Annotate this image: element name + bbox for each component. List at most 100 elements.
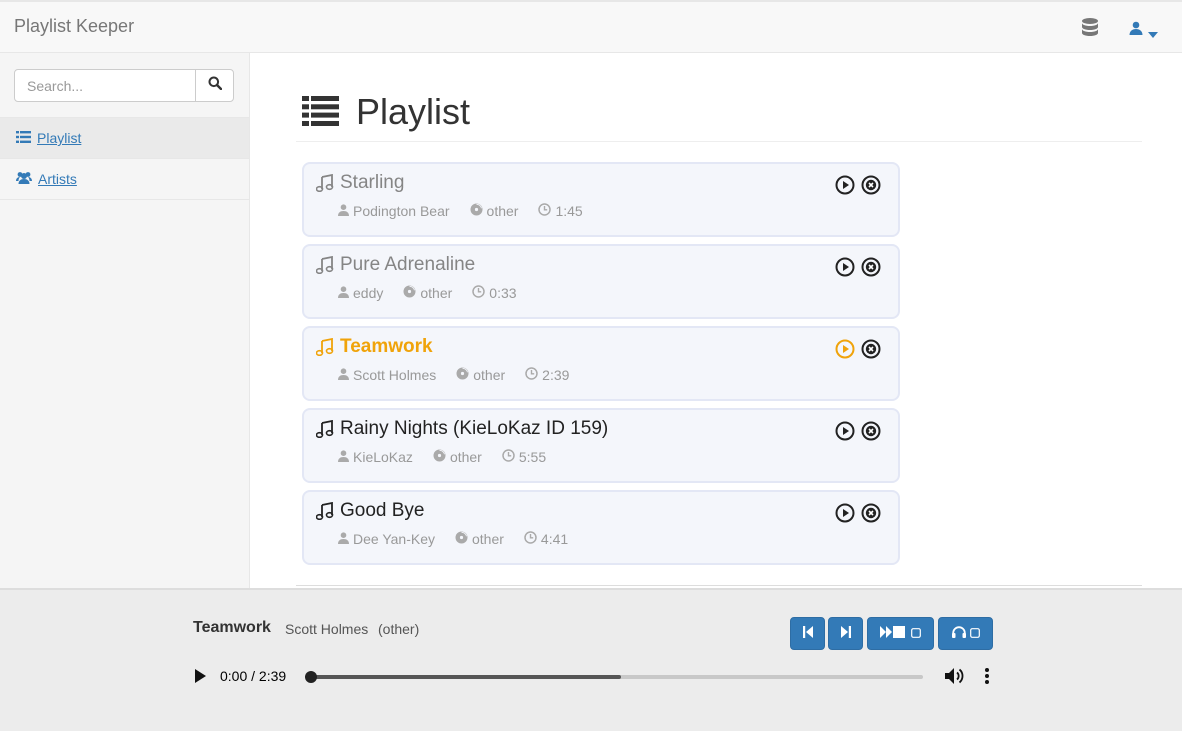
clock-icon <box>524 531 541 547</box>
track-genre: other <box>420 285 453 301</box>
track-actions <box>835 503 881 523</box>
list-icon <box>302 96 339 126</box>
remove-circle-icon[interactable] <box>861 175 881 195</box>
track-artist: KieLoKaz <box>353 449 413 465</box>
audio-player: 0:00 / 2:39 <box>180 657 1000 697</box>
now-playing-artist: Scott Holmes <box>285 621 369 637</box>
track-title: Starling <box>340 172 405 193</box>
next-button[interactable] <box>828 617 863 650</box>
sidebar-item-label[interactable]: Playlist <box>37 130 81 146</box>
track-actions <box>835 339 881 359</box>
search-button[interactable] <box>195 69 234 102</box>
user-icon <box>338 531 353 547</box>
track-title-row: Pure Adrenaline <box>316 254 475 276</box>
skip-forward-icon <box>840 625 851 643</box>
track-duration: 4:41 <box>540 531 569 547</box>
user-icon <box>338 449 353 465</box>
sidebar-nav: Playlist Artists <box>0 117 249 200</box>
brand-title[interactable]: Playlist Keeper <box>14 16 134 37</box>
sidebar-item-label[interactable]: Artists <box>38 171 77 187</box>
track-title-row: Rainy Nights (KieLoKaz ID 159) <box>316 418 608 440</box>
track-artist: Dee Yan-Key <box>353 531 435 547</box>
sidebar-item-artists[interactable]: Artists <box>0 159 249 200</box>
track-title: Pure Adrenaline <box>340 254 476 275</box>
track-artist: Podington Bear <box>353 203 450 219</box>
play-icon[interactable] <box>193 668 207 689</box>
page-header: Playlist <box>296 90 1142 142</box>
top-navbar: Playlist Keeper <box>0 0 1182 53</box>
track-title-row: Teamwork <box>316 336 433 358</box>
music-note-icon <box>316 420 334 438</box>
track-title-row: Starling <box>316 172 404 194</box>
track-duration: 1:45 <box>555 203 583 219</box>
user-icon <box>1129 21 1143 40</box>
clock-icon <box>538 203 555 219</box>
playlist-item[interactable]: Rainy Nights (KieLoKaz ID 159) KieLoKaz … <box>302 408 900 483</box>
headphones-toggle[interactable] <box>938 617 993 650</box>
fast-forward-stop-icon <box>880 625 908 643</box>
track-title: Good Bye <box>340 500 425 521</box>
volume-icon[interactable] <box>945 667 965 690</box>
track-meta: Podington Bear other 1:45 <box>338 203 583 219</box>
buffered-bar <box>307 675 621 679</box>
playlist-item[interactable]: Pure Adrenaline eddy other 0:33 <box>302 244 900 319</box>
disc-icon <box>456 367 473 383</box>
time-readout: 0:00 / 2:39 <box>220 668 287 684</box>
seek-handle[interactable] <box>305 671 317 683</box>
more-options-icon[interactable] <box>984 667 990 690</box>
remove-circle-icon[interactable] <box>861 421 881 441</box>
track-meta: KieLoKaz other 5:55 <box>338 449 546 465</box>
playlist-item[interactable]: Starling Podington Bear other 1:45 <box>302 162 900 237</box>
track-genre: other <box>486 203 519 219</box>
music-note-icon <box>316 502 334 520</box>
search-group <box>14 69 234 102</box>
track-title-row: Good Bye <box>316 500 425 522</box>
track-actions <box>835 257 881 277</box>
track-artist: eddy <box>353 285 384 301</box>
user-icon <box>338 285 353 301</box>
users-icon <box>16 171 32 187</box>
play-circle-icon[interactable] <box>835 421 855 441</box>
previous-button[interactable] <box>790 617 825 650</box>
track-actions <box>835 175 881 195</box>
playlist-item[interactable]: Teamwork Scott Holmes other 2:39 <box>302 326 900 401</box>
track-duration: 2:39 <box>542 367 570 383</box>
database-icon[interactable] <box>1081 17 1099 39</box>
user-menu-toggle[interactable] <box>1129 21 1159 40</box>
play-circle-icon[interactable] <box>835 339 855 359</box>
headphones-icon <box>951 625 966 643</box>
user-icon <box>338 203 353 219</box>
search-icon <box>208 76 222 95</box>
play-circle-icon[interactable] <box>835 503 855 523</box>
track-genre: other <box>473 367 506 383</box>
disc-icon <box>433 449 450 465</box>
disc-icon <box>470 203 487 219</box>
autoplay-toggle[interactable] <box>867 617 934 650</box>
sidebar-item-playlist[interactable]: Playlist <box>0 118 249 159</box>
now-playing-title: Teamwork <box>193 619 271 636</box>
checkbox-icon[interactable] <box>911 625 921 643</box>
track-duration: 5:55 <box>518 449 547 465</box>
track-title: Teamwork <box>340 336 433 357</box>
seek-bar[interactable] <box>305 671 923 683</box>
track-meta: Scott Holmes other 2:39 <box>338 367 569 383</box>
remove-circle-icon[interactable] <box>861 503 881 523</box>
track-artist: Scott Holmes <box>353 367 437 383</box>
remove-circle-icon[interactable] <box>861 257 881 277</box>
search-input[interactable] <box>14 69 196 102</box>
remove-circle-icon[interactable] <box>861 339 881 359</box>
track-duration: 0:33 <box>489 285 517 301</box>
caret-down-icon <box>1148 25 1158 43</box>
music-note-icon <box>316 256 334 274</box>
play-circle-icon[interactable] <box>835 175 855 195</box>
track-meta: Dee Yan-Key other 4:41 <box>338 531 568 547</box>
player-bar: Teamwork Scott Holmes (other) 0:00 / 2:3… <box>0 588 1182 731</box>
playlist-item[interactable]: Good Bye Dee Yan-Key other 4:41 <box>302 490 900 565</box>
now-playing-genre: (other) <box>378 621 420 637</box>
disc-icon <box>455 531 472 547</box>
checkbox-icon[interactable] <box>969 625 980 643</box>
list-icon <box>16 130 31 146</box>
user-icon <box>338 367 353 383</box>
play-circle-icon[interactable] <box>835 257 855 277</box>
track-genre: other <box>449 449 482 465</box>
